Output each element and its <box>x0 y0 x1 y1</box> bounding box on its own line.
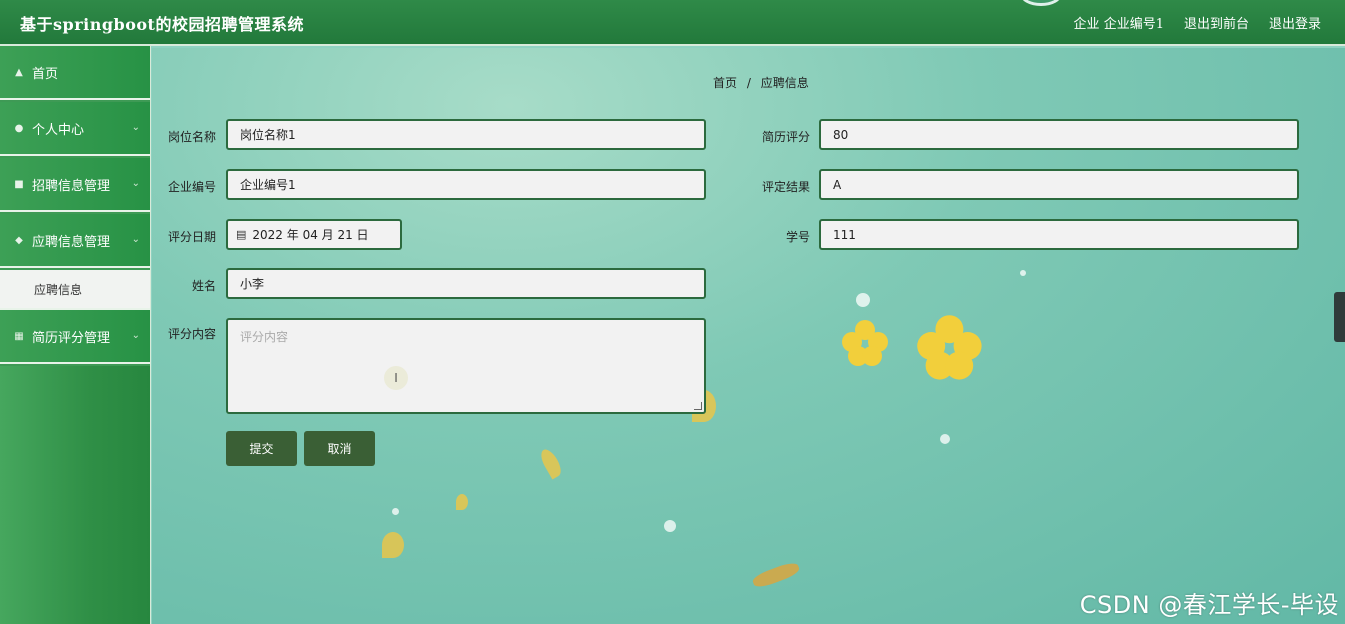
sidebar-item-label: 招聘信息管理 <box>32 178 111 194</box>
score-label: 简历评分 <box>761 130 810 144</box>
bokeh-dot <box>856 293 870 307</box>
bokeh-dot <box>392 508 399 515</box>
header-user-area: 企业 企业编号1 退出到前台 退出登录 <box>1074 13 1321 32</box>
resize-handle-icon[interactable] <box>694 402 702 410</box>
breadcrumb-separator: / <box>746 76 751 90</box>
grain-decoration <box>751 560 801 590</box>
content-textarea[interactable]: 评分内容 <box>226 318 706 414</box>
role-text: 企业 <box>1073 17 1100 32</box>
text-cursor-icon: I <box>384 366 408 390</box>
user-role-label: 企业 企业编号1 <box>1074 13 1164 32</box>
student-field[interactable]: 111 <box>819 219 1299 250</box>
bokeh-dot <box>664 520 676 532</box>
watermark: CSDN @春江学长-毕设 <box>1079 591 1339 619</box>
result-field[interactable]: A <box>819 169 1299 200</box>
user-text: 企业编号1 <box>1103 17 1164 32</box>
avatar <box>1020 0 1062 6</box>
breadcrumb: 首页 / 应聘信息 <box>710 74 812 91</box>
sidebar-item-application[interactable]: ◆ 应聘信息管理 ⌄ <box>0 214 150 268</box>
date-label: 评分日期 <box>167 230 216 244</box>
frontend-link[interactable]: 退出到前台 <box>1184 13 1249 32</box>
petal-decoration <box>382 532 404 558</box>
sidebar-item-label: 个人中心 <box>32 122 85 138</box>
top-bar: 基于springboot的校园招聘管理系统 企业 企业编号1 退出到前台 退出登… <box>0 0 1345 46</box>
side-panel-handle[interactable] <box>1334 292 1345 342</box>
student-label: 学号 <box>785 230 810 244</box>
grid-icon: ▦ <box>14 330 24 342</box>
bokeh-dot <box>940 434 950 444</box>
content-placeholder: 评分内容 <box>240 330 289 344</box>
sidebar: ▲ 首页 ● 个人中心 ⌄ ■ 招聘信息管理 ⌄ ◆ 应聘信息管理 ⌄ 应聘信息… <box>0 46 151 624</box>
position-label: 岗位名称 <box>167 130 216 144</box>
calendar-icon: ▤ <box>236 228 247 241</box>
cancel-button[interactable]: 取消 <box>304 431 375 466</box>
date-value: 2022 年 04 月 21 日 <box>252 228 369 242</box>
company-label: 企业编号 <box>167 180 216 194</box>
chevron-down-icon: ⌄ <box>131 122 140 133</box>
name-field[interactable]: 小李 <box>226 268 706 299</box>
content-label: 评分内容 <box>167 327 216 341</box>
app-title: 基于springboot的校园招聘管理系统 <box>20 15 304 34</box>
user-icon: ● <box>14 122 24 134</box>
breadcrumb-home[interactable]: 首页 <box>713 76 737 90</box>
sidebar-item-label: 简历评分管理 <box>32 330 111 346</box>
submit-button[interactable]: 提交 <box>226 431 297 466</box>
logout-link[interactable]: 退出登录 <box>1269 13 1321 32</box>
position-field[interactable]: 岗位名称1 <box>226 119 706 150</box>
petal-decoration <box>456 494 468 510</box>
chevron-down-icon: ⌄ <box>131 330 140 341</box>
sidebar-item-personal-center[interactable]: ● 个人中心 ⌄ <box>0 102 150 156</box>
sidebar-item-recruitment[interactable]: ■ 招聘信息管理 ⌄ <box>0 158 150 212</box>
company-field[interactable]: 企业编号1 <box>226 169 706 200</box>
score-field[interactable]: 80 <box>819 119 1299 150</box>
name-label: 姓名 <box>191 279 216 293</box>
sidebar-item-label: 首页 <box>32 66 59 82</box>
thumb-icon: ◆ <box>15 234 23 246</box>
home-icon: ▲ <box>15 66 23 78</box>
sidebar-item-home[interactable]: ▲ 首页 <box>0 46 150 100</box>
chevron-down-icon: ⌄ <box>131 234 140 245</box>
flower-decoration <box>842 320 888 366</box>
breadcrumb-current: 应聘信息 <box>760 76 809 90</box>
date-picker[interactable]: ▤ 2022 年 04 月 21 日 <box>226 219 402 250</box>
chevron-down-icon: ⌄ <box>131 178 140 189</box>
sidebar-item-label: 应聘信息管理 <box>32 234 111 250</box>
bokeh-dot <box>1020 270 1026 276</box>
flower-decoration <box>917 315 1007 405</box>
sidebar-item-resume-score[interactable]: ▦ 简历评分管理 ⌄ <box>0 310 150 364</box>
briefcase-icon: ■ <box>14 178 24 190</box>
result-label: 评定结果 <box>761 180 810 194</box>
sidebar-subitem-application-info[interactable]: 应聘信息 <box>0 270 150 310</box>
petal-decoration <box>537 446 565 480</box>
